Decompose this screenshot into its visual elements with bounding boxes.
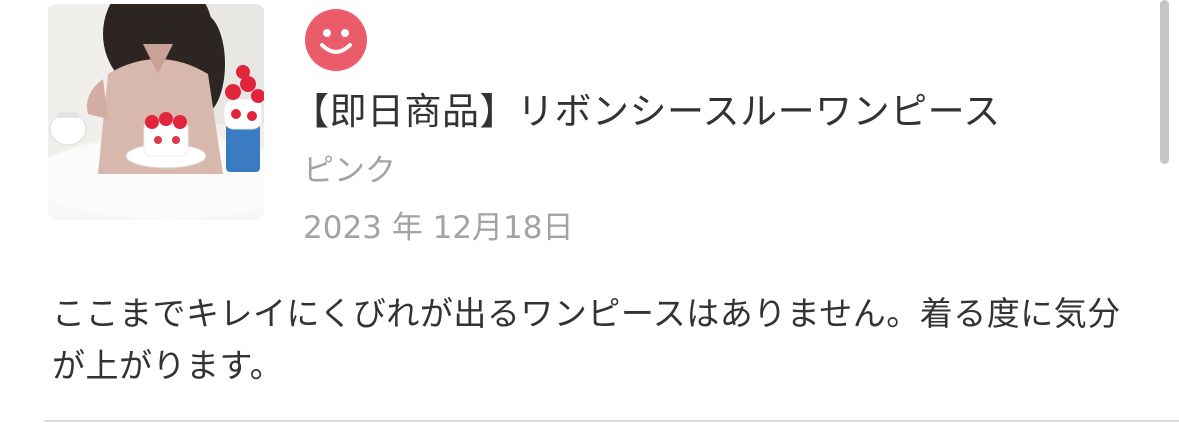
scrollbar[interactable] [1160, 0, 1169, 164]
product-name[interactable]: 【即日商品】リボンシースルーワンピース [292, 86, 1001, 138]
review-item: 【即日商品】リボンシースルーワンピース ピンク 2023 年 12月18日 ここ… [0, 0, 1179, 427]
review-date: 2023 年 12月18日 [303, 210, 574, 246]
divider [44, 420, 1179, 422]
review-comment: ここまでキレイにくびれが出るワンピースはありません。着る度に気分が上がります。 [52, 294, 1121, 385]
product-variant: ピンク [303, 153, 396, 189]
smiley-face-icon [305, 9, 367, 71]
product-photo [48, 4, 264, 220]
product-thumbnail[interactable] [48, 4, 264, 220]
